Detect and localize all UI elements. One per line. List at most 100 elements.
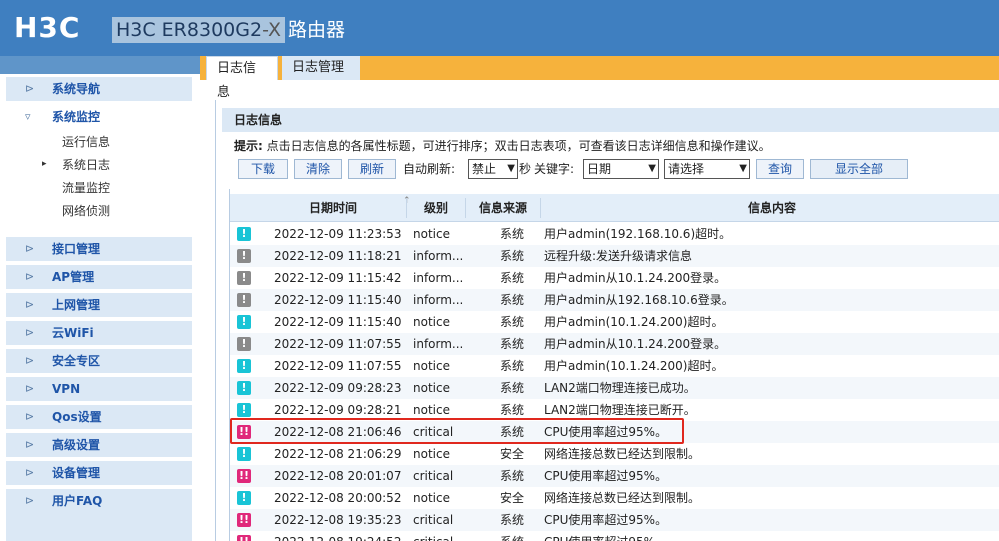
seconds-label: 秒 (519, 162, 532, 176)
table-row[interactable]: ! 2022-12-08 20:00:52 notice 安全 网络连接总数已经达到限制… (230, 487, 999, 509)
log-level: critical (413, 425, 454, 439)
table-row[interactable]: ! 2022-12-09 09:28:23 notice 系统 LAN2端口物理连接已成… (230, 377, 999, 399)
tab-log-info[interactable]: 日志信息 (206, 56, 278, 100)
chevron-right-icon: ⊳ (25, 494, 35, 507)
clear-button[interactable]: 清除 (294, 159, 342, 179)
log-source: 系统 (499, 315, 524, 329)
chevron-right-icon: ⊳ (25, 242, 35, 255)
log-time: 2022-12-08 21:06:46 (274, 425, 402, 439)
log-time: 2022-12-08 21:06:29 (274, 447, 402, 461)
table-row[interactable]: ! 2022-12-09 11:07:55 inform... 系统 用户admin从1… (230, 333, 999, 355)
sidebar-item-vpn[interactable]: ⊳ VPN (6, 377, 192, 401)
table-row[interactable]: ! 2022-12-09 11:07:55 notice 系统 用户admin(10.1… (230, 355, 999, 377)
keyword-value-select[interactable]: 请选择 ▼ (664, 159, 750, 179)
sidebar-sub-network-detect[interactable]: 网络侦测 (62, 201, 110, 221)
log-level: notice (413, 381, 450, 395)
sidebar-item-qos-settings[interactable]: ⊳ Qos设置 (6, 405, 192, 429)
table-row[interactable]: !! 2022-12-08 20:01:07 critical 系统 CPU使用率超过9… (230, 465, 999, 487)
info-icon: ! (237, 293, 251, 307)
chevron-right-icon: ⊳ (25, 326, 35, 339)
sidebar-item-internet-mgmt[interactable]: ⊳ 上网管理 (6, 293, 192, 317)
table-row[interactable]: ! 2022-12-08 21:06:29 notice 安全 网络连接总数已经达到限制… (230, 443, 999, 465)
sidebar-item-system-nav[interactable]: ⊳ 系统导航 (6, 77, 192, 101)
log-time: 2022-12-09 11:15:40 (274, 293, 402, 307)
chevron-right-icon: ⊳ (25, 270, 35, 283)
log-source: 安全 (499, 447, 524, 461)
product-type: 路由器 (288, 19, 346, 41)
log-level: inform... (413, 293, 464, 307)
log-time: 2022-12-09 11:15:40 (274, 315, 402, 329)
critical-icon: !! (237, 425, 251, 439)
column-divider (540, 198, 541, 218)
log-message: LAN2端口物理连接已断开。 (544, 403, 696, 417)
table-row[interactable]: ! 2022-12-09 09:28:21 notice 系统 LAN2端口物理连接已断… (230, 399, 999, 421)
tab-log-management[interactable]: 日志管理 (282, 56, 360, 80)
table-row[interactable]: ! 2022-12-09 11:15:40 inform... 系统 用户admin从1… (230, 289, 999, 311)
column-header-datetime[interactable]: 日期时间 (260, 194, 406, 222)
sidebar-sub-system-log[interactable]: 系统日志 (62, 155, 110, 175)
log-source: 系统 (492, 531, 532, 541)
log-level: notice (413, 447, 450, 461)
table-row[interactable]: !! 2022-12-08 19:24:52 critical 系统 CPU使用率超过9… (230, 531, 999, 541)
column-header-level[interactable]: 级别 (408, 194, 464, 222)
log-source: 系统 (499, 293, 524, 307)
sidebar-sub-traffic-monitor[interactable]: 流量监控 (62, 178, 110, 198)
log-source: 系统 (499, 381, 524, 395)
log-source: 系统 (499, 403, 524, 417)
auto-refresh-select[interactable]: 禁止 ▼ (468, 159, 518, 179)
chevron-right-icon: ⊳ (25, 466, 35, 479)
column-divider (465, 198, 466, 218)
sidebar-sub-run-info[interactable]: 运行信息 (62, 132, 110, 152)
sidebar-item-ap-mgmt[interactable]: ⊳ AP管理 (6, 265, 192, 289)
panel-title-bar (222, 108, 999, 132)
log-source: 系统 (499, 425, 524, 439)
table-row[interactable]: ! 2022-12-09 11:23:53 notice 系统 用户admin(192.… (230, 223, 999, 245)
chevron-down-icon: ▼ (648, 163, 656, 174)
chevron-right-icon: ⊳ (25, 438, 35, 451)
keyword-field-select[interactable]: 日期 ▼ (583, 159, 659, 179)
download-button[interactable]: 下载 (238, 159, 288, 179)
log-level: critical (413, 531, 465, 541)
column-header-message[interactable]: 信息内容 (545, 194, 999, 222)
sidebar-item-advanced-settings[interactable]: ⊳ 高级设置 (6, 433, 192, 457)
panel-divider (215, 100, 216, 541)
table-row[interactable]: ! 2022-12-09 11:18:21 inform... 系统 远程升级:发送升级… (230, 245, 999, 267)
sidebar-item-user-faq[interactable]: ⊳ 用户FAQ (6, 489, 192, 513)
sidebar-item-device-mgmt[interactable]: ⊳ 设备管理 (6, 461, 192, 485)
log-time: 2022-12-08 20:01:07 (274, 469, 402, 483)
log-source: 系统 (499, 249, 524, 263)
refresh-button[interactable]: 刷新 (348, 159, 396, 179)
auto-refresh-label: 自动刷新: (403, 162, 456, 176)
log-message: 用户admin从192.168.10.6登录。 (544, 293, 734, 307)
chevron-down-icon: ▼ (739, 163, 747, 174)
table-row[interactable]: !! 2022-12-08 21:06:46 critical 系统 CPU使用率超过9… (230, 421, 999, 443)
log-source: 系统 (499, 513, 524, 527)
sidebar-footer (6, 513, 192, 541)
log-message: CPU使用率超过95%。 (544, 469, 668, 483)
query-button[interactable]: 查询 (756, 159, 804, 179)
log-message: 用户admin(10.1.24.200)超时。 (544, 315, 724, 329)
column-header-source[interactable]: 信息来源 (468, 194, 538, 222)
table-row[interactable]: ! 2022-12-09 11:15:40 notice 系统 用户admin(10.1… (230, 311, 999, 333)
critical-icon: !! (237, 513, 251, 527)
notice-icon: ! (237, 315, 251, 329)
log-time: 2022-12-08 20:00:52 (274, 491, 402, 505)
show-all-button[interactable]: 显示全部 (810, 159, 908, 179)
sidebar-item-cloud-wifi[interactable]: ⊳ 云WiFi (6, 321, 192, 345)
log-message: 用户admin从10.1.24.200登录。 (544, 271, 727, 285)
notice-icon: ! (237, 447, 251, 461)
sidebar-item-security-zone[interactable]: ⊳ 安全专区 (6, 349, 192, 373)
table-row[interactable]: !! 2022-12-08 19:35:23 critical 系统 CPU使用率超过9… (230, 509, 999, 531)
log-message: 用户admin从10.1.24.200登录。 (544, 337, 727, 351)
critical-icon: !! (237, 469, 251, 483)
table-row[interactable]: ! 2022-12-09 11:15:42 inform... 系统 用户admin从1… (230, 267, 999, 289)
sidebar-item-interface-mgmt[interactable]: ⊳ 接口管理 (6, 237, 192, 261)
log-source: 系统 (499, 359, 524, 373)
log-source: 系统 (499, 271, 524, 285)
log-level: notice (413, 491, 450, 505)
sidebar-item-system-monitor[interactable]: ▿ 系统监控 (6, 105, 192, 129)
log-message: CPU使用率超过95%。 (544, 425, 668, 439)
log-level: critical (413, 513, 454, 527)
current-item-marker-icon: ▸ (42, 159, 47, 169)
log-message: 远程升级:发送升级请求信息 (544, 249, 693, 263)
